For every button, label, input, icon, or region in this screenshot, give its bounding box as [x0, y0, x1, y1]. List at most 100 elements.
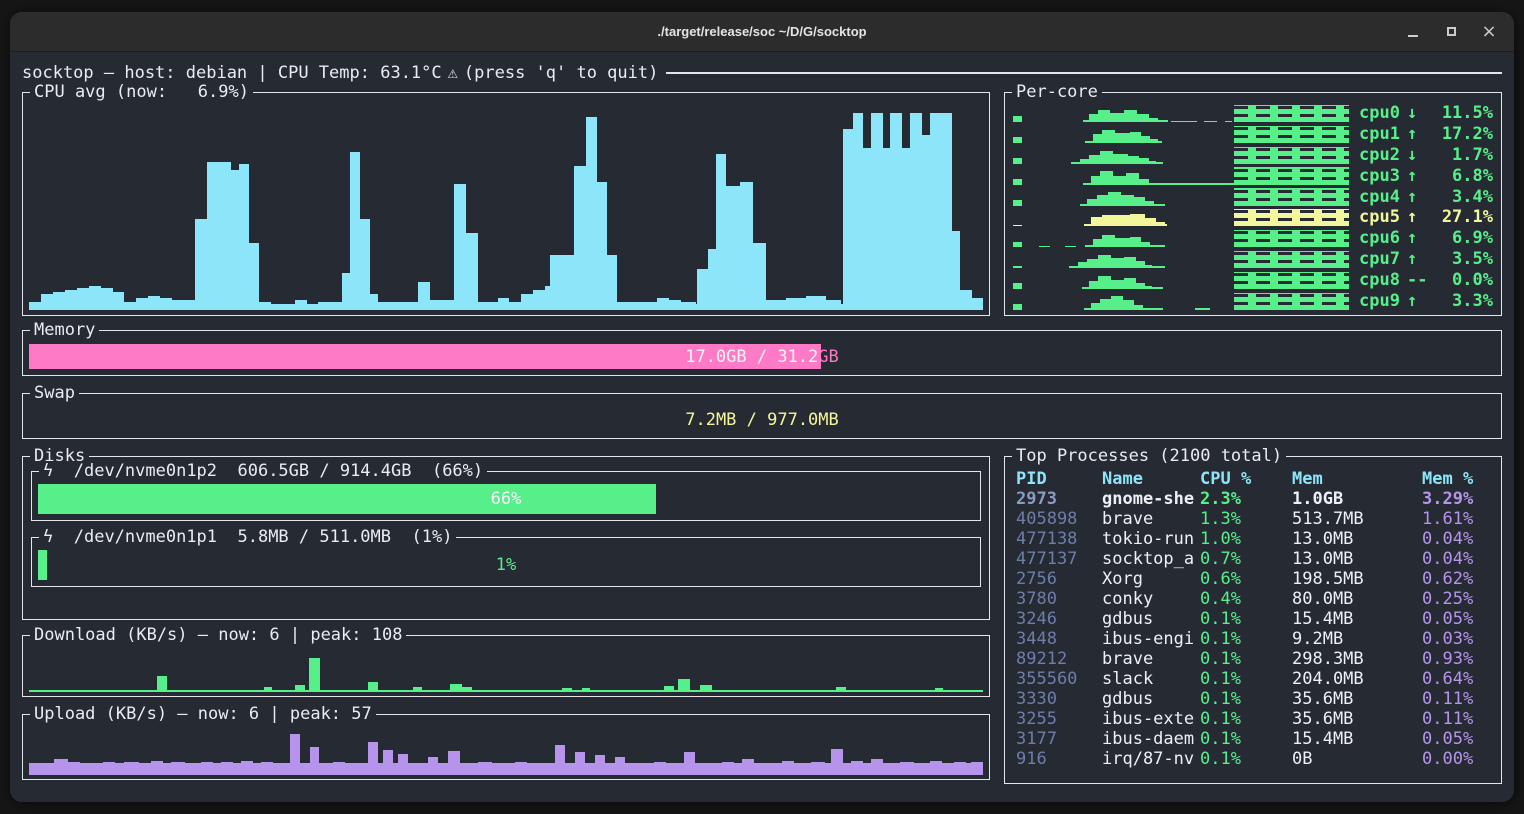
- sparkline-block: [1234, 105, 1349, 122]
- disk-nvme0n1p1-title: ϟ /dev/nvme0n1p1 5.8MB / 511.0MB (1%): [39, 527, 456, 547]
- close-button[interactable]: ×: [1476, 19, 1502, 45]
- window-titlebar[interactable]: ./target/release/soc ~/D/G/socktop ×: [10, 12, 1514, 52]
- swap-panel-title: Swap: [30, 383, 79, 403]
- percore-panel: Per-core cpu0↓11.5%cpu1↑17.2%cpu2↓1.7%cp…: [1004, 92, 1502, 316]
- sparkline-bar: [1013, 137, 1022, 143]
- disk-nvme0n1p2-gauge: 66%: [38, 484, 974, 514]
- chart-bar: [498, 298, 510, 310]
- chart-bar: [478, 762, 492, 775]
- cpu-sparkline: [1013, 249, 1349, 269]
- cpu-name: cpu9: [1359, 291, 1400, 311]
- chart-bar: [77, 288, 89, 310]
- cpu-usage-value: 3.3%: [1422, 291, 1493, 311]
- chart-bar: [261, 762, 273, 775]
- cpu-trend-arrow-icon: ↑: [1407, 249, 1417, 269]
- sparkline-bar: [1100, 151, 1113, 163]
- sparkline-bar: [1098, 110, 1109, 122]
- chart-bar: [843, 129, 853, 310]
- chart-bar: [41, 294, 53, 310]
- chart-bar: [184, 300, 195, 310]
- terminal-content: socktop — host: debian | CPU Temp: 63.1°…: [10, 52, 1514, 801]
- cpu-usage-value: 1.7%: [1422, 145, 1493, 165]
- percore-rows: cpu0↓11.5%cpu1↑17.2%cpu2↓1.7%cpu3↑6.8%cp…: [1013, 103, 1493, 311]
- proc-mem-pct: 0.62%: [1422, 569, 1495, 589]
- column-header: Mem: [1292, 469, 1422, 489]
- chart-bar: [271, 304, 295, 310]
- proc-mem: 1.0GB: [1292, 489, 1422, 509]
- sparkline-bar: [1136, 283, 1145, 289]
- process-row: 3780conky0.4%80.0MB0.25%: [1016, 589, 1495, 609]
- chart-bar: [136, 298, 148, 310]
- cpu-label: cpu2↓1.7%: [1359, 145, 1493, 165]
- cpu-trend-arrow-icon: ↑: [1407, 207, 1417, 227]
- processes-panel: Top Processes (2100 total) PIDNameCPU %M…: [1004, 456, 1502, 784]
- swap-gauge-label: 7.2MB / 977.0MB: [29, 407, 1495, 432]
- chart-bar: [454, 184, 466, 310]
- cpu-trend-arrow-icon: ↑: [1407, 166, 1417, 186]
- cpu-usage-value: 3.5%: [1422, 249, 1493, 269]
- chart-bar: [264, 687, 272, 692]
- chart-bar: [615, 757, 625, 775]
- sparkline-bar: [1091, 176, 1100, 184]
- disk-nvme0n1p2-label: /dev/nvme0n1p2 606.5GB / 914.4GB (66%): [74, 461, 483, 481]
- sparkline-bar: [1102, 215, 1130, 227]
- cpu-name: cpu3: [1359, 166, 1400, 186]
- proc-name: irq/87-nv: [1102, 749, 1200, 769]
- cpu-label: cpu8--0.0%: [1359, 270, 1493, 290]
- proc-pid: 477137: [1016, 549, 1102, 569]
- proc-cpu: 1.0%: [1200, 529, 1292, 549]
- sparkline-bar: [1145, 286, 1152, 289]
- sparkline-bar: [1137, 114, 1148, 122]
- sparkline-bar: [1149, 118, 1158, 122]
- proc-pid: 3780: [1016, 589, 1102, 609]
- process-row: 89212brave0.1%298.3MB0.93%: [1016, 649, 1495, 669]
- chart-bar: [478, 302, 498, 310]
- sparkline-bar: [1113, 176, 1126, 184]
- sparkline-bar: [1087, 259, 1098, 269]
- chart-bar: [555, 745, 565, 775]
- app-header-text: socktop — host: debian | CPU Temp: 63.1°…: [22, 63, 442, 83]
- cpu-sparkline: [1013, 103, 1349, 123]
- chart-bar: [151, 761, 163, 775]
- sparkline-bar: [1134, 305, 1143, 310]
- cpu-trend-arrow-icon: ↑: [1407, 228, 1417, 248]
- proc-cpu: 0.1%: [1200, 709, 1292, 729]
- chart-bar: [239, 164, 249, 310]
- process-row: 3255ibus-exte0.1%35.6MB0.11%: [1016, 709, 1495, 729]
- sparkline-bar: [1121, 195, 1134, 205]
- percore-row-cpu3: cpu3↑6.8%: [1013, 166, 1493, 186]
- process-row: 3448ibus-engi0.1%9.2MB0.03%: [1016, 629, 1495, 649]
- proc-cpu: 0.1%: [1200, 729, 1292, 749]
- proc-mem-pct: 0.64%: [1422, 669, 1495, 689]
- cpu-usage-value: 27.1%: [1422, 207, 1493, 227]
- proc-pid: 2973: [1016, 489, 1102, 509]
- minimize-icon: [1408, 35, 1418, 37]
- sparkline-bar: [1102, 130, 1115, 143]
- proc-cpu: 0.1%: [1200, 689, 1292, 709]
- chart-bar: [851, 761, 863, 775]
- cpu-usage-value: 17.2%: [1422, 124, 1493, 144]
- chart-bar: [318, 302, 342, 310]
- chart-bar: [360, 219, 370, 310]
- chart-bar: [466, 233, 478, 310]
- sparkline-bar: [1087, 199, 1096, 206]
- chart-bar: [160, 298, 172, 310]
- sparkline-bar: [1134, 197, 1145, 205]
- chart-bar: [533, 290, 545, 310]
- chart-bar: [700, 685, 712, 692]
- maximize-button[interactable]: [1438, 19, 1464, 45]
- process-table: PIDNameCPU %MemMem %2973gnome-she2.3%1.0…: [1016, 469, 1495, 779]
- proc-name: ibus-exte: [1102, 709, 1200, 729]
- proc-cpu: 0.1%: [1200, 669, 1292, 689]
- cpu-avg-panel-title: CPU avg (now: 6.9%): [30, 82, 253, 102]
- proc-name: gdbus: [1102, 609, 1200, 629]
- minimize-button[interactable]: [1400, 19, 1426, 45]
- chart-bar: [29, 302, 41, 310]
- proc-pid: 3177: [1016, 729, 1102, 749]
- proc-mem: 15.4MB: [1292, 609, 1422, 629]
- cpu-avg-panel: CPU avg (now: 6.9%): [22, 92, 990, 316]
- chart-bar: [309, 658, 321, 692]
- cpu-usage-value: 6.9%: [1422, 228, 1493, 248]
- chart-bar: [171, 762, 185, 775]
- percore-row-cpu8: cpu8--0.0%: [1013, 270, 1493, 290]
